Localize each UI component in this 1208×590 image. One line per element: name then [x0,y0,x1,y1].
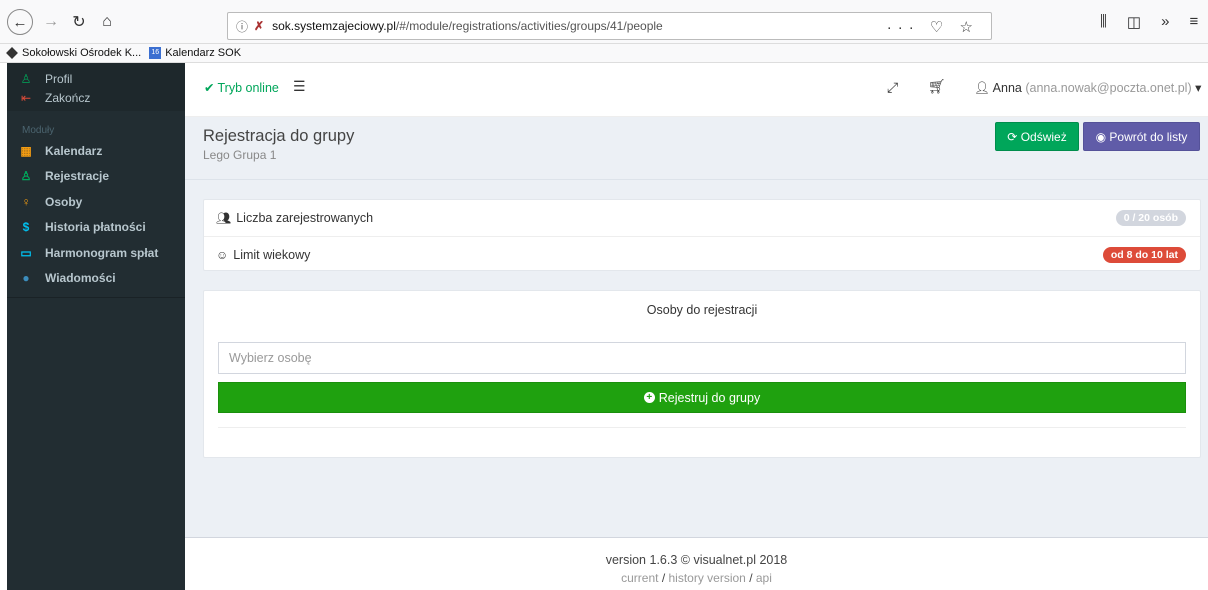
person-select-input[interactable] [218,342,1186,374]
home-icon[interactable]: ⌂ [96,11,118,33]
url-path: /#/module/registrations/activities/group… [395,19,663,33]
fullscreen-icon[interactable]: ⤢ [887,79,898,96]
sidebar-logout-label: Zakończ [45,90,91,105]
user-menu[interactable]: 👤︎ Anna (anna.nowak@poczta.onet.pl) ▾ [974,80,1201,96]
sidebar-item-label: Harmonogram spłat [45,245,159,260]
hamburger-menu-icon[interactable]: ≡ [1189,13,1198,31]
sidebar-profile-label: Profil [45,71,73,86]
sidebar-item-label: Historia płatności [45,220,146,235]
group-info-box: 👥︎ Liczba zarejestrowanych 0 / 20 osób ☺… [203,199,1201,271]
sign-out-icon: ⇤ [20,90,32,105]
sidebar: ♙ Profil ⇤ Zakończ Moduły ▦ Kalendarz ♙ … [7,63,185,590]
bookmark-item[interactable]: Sokołowski Ośrodek K... [6,47,141,59]
sidebar-item-wiadomosci[interactable]: ● Wiadomości [7,266,185,292]
plus-circle-icon: + [643,392,655,403]
history-version-link[interactable]: history version [668,571,745,585]
user-icon: ♙ [20,71,32,86]
registered-count-label: Liczba zarejestrowanych [236,211,374,225]
back-arrow-icon[interactable]: ← [7,9,33,35]
smile-icon: ☺ [216,247,229,262]
dollar-icon: $ [22,220,30,235]
bookmark-label: Kalendarz SOK [165,47,242,59]
sidebar-item-label: Osoby [45,194,83,209]
check-circle-icon: ✔ [204,81,215,95]
register-to-group-label: Rejestruj do grupy [658,390,761,405]
online-status-label: Tryb online [217,81,279,95]
link-separator: / [749,571,756,585]
sidebar-divider [7,297,185,298]
sidebar-item-harmonogram-splat[interactable]: ▭ Harmonogram spłat [7,240,185,266]
sidebar-item-kalendarz[interactable]: ▦ Kalendarz [7,138,185,164]
user-icon: 👤︎ [974,81,990,95]
content-header: Rejestracja do grupy Lego Grupa 1 ⟳ Odśw… [185,117,1208,180]
reload-icon[interactable]: ↻ [68,11,90,33]
cart-icon[interactable]: 🛒︎ [928,78,946,95]
diamond-icon [6,47,18,59]
library-icon[interactable]: ⫼ [1100,13,1107,31]
url-domain: sok.systemzajeciowy.pl [272,19,396,33]
calendar-icon: ▦ [20,143,32,158]
age-limit-label: Limit wiekowy [233,247,311,262]
bookmark-label: Sokołowski Ośrodek K... [22,47,142,59]
sidebar-profile[interactable]: ♙ Profil [7,69,185,88]
top-navbar: ✔ Tryb online ☰ ⤢ 🛒︎ 👤︎ Anna (anna.nowak@… [185,63,1208,117]
registered-count-badge: 0 / 20 osób [1115,210,1186,226]
info-icon[interactable]: ⓘ [236,18,248,35]
refresh-icon: ⟳ [1007,129,1021,144]
sidebar-logout[interactable]: ⇤ Zakończ [7,88,185,107]
footer: version 1.6.3 © visualnet.pl 2018 curren… [185,537,1208,590]
user-email: (anna.nowak@poczta.onet.pl) [1025,81,1192,95]
registered-count-row: 👥︎ Liczba zarejestrowanych 0 / 20 osób [204,200,1200,236]
insecure-lock-icon: ✗ [254,19,265,33]
modules-heading: Moduły [22,125,55,136]
sidebar-item-label: Wiadomości [45,271,116,286]
footer-links: current / history version / api [185,571,1208,585]
sidebar-item-osoby[interactable]: ♀ Osoby [7,189,185,215]
register-to-group-button[interactable]: + Rejestruj do grupy [218,382,1186,413]
address-bar[interactable]: ⓘ ✗ sok.systemzajeciowy.pl/#/module/regi… [227,12,992,40]
api-link[interactable]: api [756,571,772,585]
page-actions-icon[interactable]: ··· ♡ ☆ [887,18,979,36]
calendar-icon: ▭ [20,245,32,260]
current-link[interactable]: current [621,571,658,585]
sidebar-item-label: Rejestracje [45,169,110,184]
back-to-list-label: Powrót do listy [1109,129,1188,144]
registration-box: Osoby do rejestracji + Rejestruj do grup… [203,290,1201,458]
menu-toggle-icon[interactable]: ☰ [293,78,306,95]
back-to-list-button[interactable]: ◉ Powrót do listy [1083,122,1200,151]
registration-title: Osoby do rejestracji [646,303,758,317]
online-status: ✔ Tryb online [204,80,279,95]
sidebar-item-rejestracje[interactable]: ♙ Rejestracje [7,164,185,190]
page-title: Rejestracja do grupy [203,127,355,145]
sidebar-item-label: Kalendarz [45,143,103,158]
sidebar-item-historia-platnosci[interactable]: $ Historia płatności [7,215,185,241]
forward-arrow-icon[interactable]: → [40,11,62,33]
page-subtitle: Lego Grupa 1 [203,148,277,162]
divider [218,427,1186,428]
bookmarks-bar: Sokołowski Ośrodek K... 16 Kalendarz SOK [0,44,1208,63]
person-icon: ♀ [21,194,31,209]
comments-icon: ● [22,271,30,286]
refresh-button[interactable]: ⟳ Odśwież [995,122,1079,151]
overflow-chevron-icon[interactable]: » [1161,13,1169,31]
users-icon: 👥︎ [216,211,232,225]
caret-down-icon: ▾ [1195,81,1202,95]
sidebar-toggle-icon[interactable]: ◫ [1127,13,1141,31]
calendar-icon: 16 [149,47,162,59]
browser-toolbar: ← → ↻ ⌂ ⓘ ✗ sok.systemzajeciowy.pl/#/mod… [0,0,1208,44]
refresh-label: Odśwież [1020,129,1067,144]
version-text: version 1.6.3 © visualnet.pl 2018 [605,553,788,567]
bookmark-item[interactable]: 16 Kalendarz SOK [149,47,241,59]
user-name: Anna [992,81,1022,95]
age-limit-row: ☺ Limit wiekowy od 8 do 10 lat [204,236,1200,272]
arrow-circle-left-icon: ◉ [1095,129,1110,144]
age-limit-badge: od 8 do 10 lat [1102,247,1186,263]
user-icon: ♙ [20,169,32,184]
